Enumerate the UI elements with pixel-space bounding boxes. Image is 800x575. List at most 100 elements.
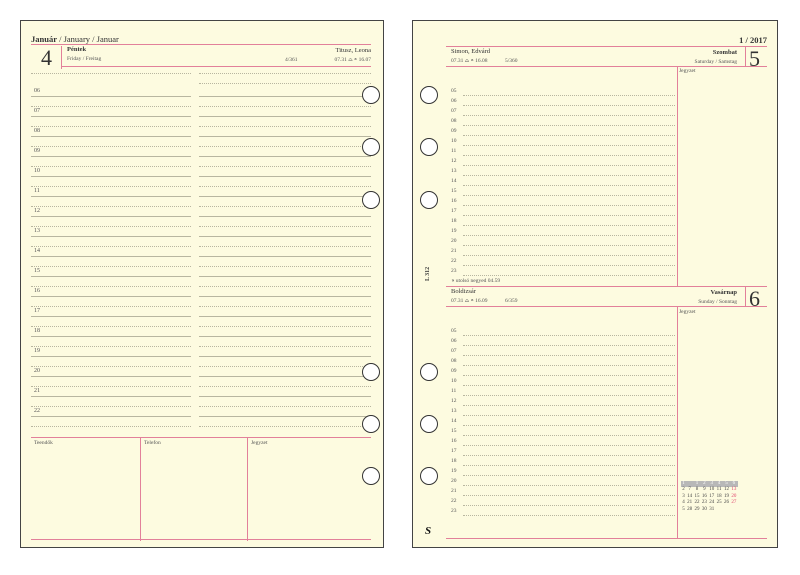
hour-line [31, 96, 191, 97]
hour-label: 05 [451, 328, 457, 334]
calendar-day-cell: 31 [709, 506, 715, 512]
hour-line [463, 415, 675, 416]
half-hour-line [31, 126, 191, 127]
notes-label-top: Jegyzet [679, 68, 696, 74]
hour-line [199, 176, 371, 177]
half-hour-line [199, 166, 371, 167]
hour-line [31, 296, 191, 297]
weekday-translations: Friday / Freitag [67, 56, 102, 62]
hour-label: 18 [451, 218, 457, 224]
hour-line [199, 256, 371, 257]
hour-line [199, 236, 371, 237]
hour-label: 17 [34, 308, 40, 314]
calendar-day-cell [723, 507, 730, 513]
hour-label: 12 [451, 158, 457, 164]
half-hour-line [31, 386, 191, 387]
hour-line [463, 335, 675, 336]
hour-label: 23 [451, 508, 457, 514]
header-bottom-bottom [446, 306, 767, 307]
hour-line [463, 385, 675, 386]
notes-divider-bottom [677, 306, 678, 538]
hour-line [463, 175, 675, 176]
hour-line [463, 265, 675, 266]
hour-label: 21 [34, 388, 40, 394]
hour-label: 16 [451, 438, 457, 444]
hour-label: 06 [34, 88, 40, 94]
half-hour-line [31, 366, 191, 367]
hour-label: 06 [451, 338, 457, 344]
hour-label: 07 [34, 108, 40, 114]
hour-line [31, 136, 191, 137]
hour-line [463, 205, 675, 206]
hour-label: 18 [34, 328, 40, 334]
day-divider-bottom [745, 287, 746, 307]
footer-divider-2 [247, 437, 248, 541]
hour-label: 22 [451, 258, 457, 264]
hour-label: 11 [451, 148, 457, 154]
binder-hole [362, 86, 380, 104]
hour-label: 13 [34, 228, 40, 234]
sun-times-top: 07.31 ⌓ ◓ 16.08 [451, 58, 488, 64]
sun-times: 07.31 ⌓ ◓ 16.07 [334, 57, 371, 63]
page-reference: 1 / 2017 [739, 35, 767, 45]
hour-label: 09 [451, 368, 457, 374]
calendar-day-cell: 30 [701, 506, 707, 512]
hour-line [463, 225, 675, 226]
half-hour-line [199, 386, 371, 387]
half-hour-line [31, 306, 191, 307]
hour-line [199, 196, 371, 197]
binder-hole [420, 363, 438, 381]
hour-line [463, 455, 675, 456]
calendar-day-cell: 29 [694, 506, 700, 512]
hour-label: 12 [451, 398, 457, 404]
right-planner-page: 1 / 2017 Simon, Edvárd 07.31 ⌓ ◓ 16.08 5… [412, 20, 778, 548]
hour-line [463, 395, 675, 396]
hour-line [463, 235, 675, 236]
hour-label: 07 [451, 108, 457, 114]
hour-line [199, 336, 371, 337]
hour-label: 14 [451, 418, 457, 424]
hour-label: 19 [451, 228, 457, 234]
hour-line [463, 185, 675, 186]
hour-line [463, 95, 675, 96]
day-of-year-top: 5/360 [505, 58, 518, 64]
weekday-translations-bottom: Sunday / Sonntag [698, 299, 737, 305]
hour-label: 14 [451, 178, 457, 184]
hour-line [199, 356, 371, 357]
hour-label: 08 [34, 128, 40, 134]
hour-line [463, 355, 675, 356]
half-hour-line [31, 266, 191, 267]
hour-line [31, 316, 191, 317]
mini-calendar: 1 1 2 3 4 5 6 2 7 8 9 10 11 12 13 3 14 15 16 17 18 19 20 4 21 22 2… [681, 481, 738, 513]
hour-label: 06 [451, 98, 457, 104]
hour-line [31, 276, 191, 277]
page-bottom-rule [446, 538, 767, 539]
header-rule-bottom [446, 286, 767, 287]
hour-line [463, 245, 675, 246]
binder-hole [362, 415, 380, 433]
footer-divider-1 [140, 437, 141, 541]
sun-times-bottom: 07.31 ⌓ ◓ 16.09 [451, 298, 488, 304]
binder-hole [420, 467, 438, 485]
hour-line [31, 116, 191, 117]
page-bottom-rule [31, 539, 371, 540]
hour-line [463, 465, 675, 466]
hour-label: 20 [451, 478, 457, 484]
half-hour-line [199, 146, 371, 147]
hour-line [463, 435, 675, 436]
day-of-year: 4/361 [285, 57, 298, 63]
day-number-top: 5 [749, 46, 760, 71]
hour-label: 05 [451, 88, 457, 94]
hour-label: 23 [451, 268, 457, 274]
day-number: 4 [41, 45, 52, 70]
notes-label-bottom: Jegyzet [679, 309, 696, 315]
binder-hole [420, 191, 438, 209]
binder-hole [420, 86, 438, 104]
hour-line [463, 425, 675, 426]
hour-line [31, 376, 191, 377]
hour-label: 18 [451, 458, 457, 464]
month-title: Január / January / Januar [31, 34, 119, 44]
hour-label: 22 [451, 498, 457, 504]
hour-label: 10 [34, 168, 40, 174]
calendar-day-cell [730, 507, 737, 513]
